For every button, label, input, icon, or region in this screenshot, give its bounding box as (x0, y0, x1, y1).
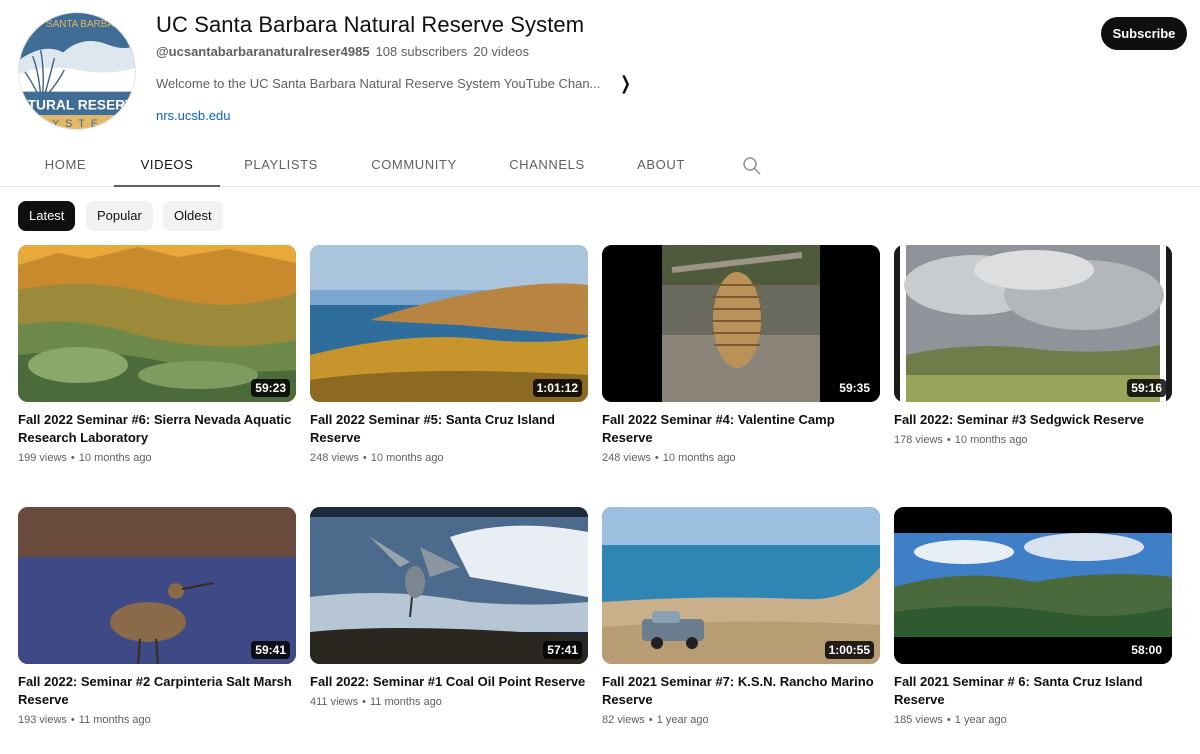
video-stats: 411 views • 11 months ago (310, 696, 588, 708)
video-stats: 185 views • 1 year ago (894, 714, 1172, 726)
video-duration: 59:23 (251, 379, 290, 397)
channel-meta: @ucsantabarbaranaturalreser4985 108 subs… (156, 44, 529, 59)
video-card[interactable]: 59:23 Fall 2022 Seminar #6: Sierra Nevad… (18, 245, 296, 464)
channel-description[interactable]: Welcome to the UC Santa Barbara Natural … (156, 73, 634, 94)
video-duration: 58:00 (1127, 641, 1166, 659)
video-count: 20 videos (473, 44, 530, 59)
logo-text-bottom: YSTE (52, 118, 104, 129)
tab-community[interactable]: COMMUNITY (360, 144, 468, 187)
view-count: 248 views (310, 452, 359, 464)
separator: • (362, 452, 367, 464)
video-duration: 1:01:12 (532, 379, 582, 397)
tab-channels[interactable]: CHANNELS (498, 144, 596, 187)
video-thumbnail[interactable]: 1:00:55 (602, 507, 880, 664)
video-stats: 199 views • 10 months ago (18, 452, 296, 464)
video-duration: 59:35 (835, 379, 874, 397)
channel-tabs: HOME VIDEOS PLAYLISTS COMMUNITY CHANNELS… (0, 144, 1200, 187)
chip-oldest[interactable]: Oldest (163, 201, 223, 231)
view-count: 82 views (602, 714, 645, 726)
video-duration: 59:41 (251, 641, 290, 659)
upload-age: 1 year ago (656, 714, 709, 726)
separator: • (70, 714, 75, 726)
tab-about[interactable]: ABOUT (628, 144, 694, 187)
view-count: 411 views (310, 696, 359, 708)
upload-age: 10 months ago (954, 434, 1028, 446)
reserve-logo-icon: NATURAL RESERVE SANTA BARBA YSTE (19, 13, 135, 129)
video-title[interactable]: Fall 2022 Seminar #6: Sierra Nevada Aqua… (18, 411, 296, 447)
video-card[interactable]: 59:35 Fall 2022 Seminar #4: Valentine Ca… (602, 245, 880, 464)
video-stats: 248 views • 10 months ago (602, 452, 880, 464)
upload-age: 10 months ago (370, 452, 444, 464)
view-count: 199 views (18, 452, 67, 464)
channel-handle: @ucsantabarbaranaturalreser4985 (156, 44, 370, 59)
upload-age: 11 months ago (369, 696, 442, 708)
separator: • (648, 714, 653, 726)
video-thumbnail[interactable]: 59:41 (18, 507, 296, 664)
video-thumbnail[interactable]: 58:00 (894, 507, 1172, 664)
separator: • (946, 714, 951, 726)
video-stats: 248 views • 10 months ago (310, 452, 588, 464)
video-title[interactable]: Fall 2022: Seminar #3 Sedgwick Reserve (894, 411, 1172, 429)
separator: • (362, 696, 366, 708)
video-thumbnail[interactable]: 59:16 (894, 245, 1172, 402)
video-card[interactable]: 59:16 Fall 2022: Seminar #3 Sedgwick Res… (894, 245, 1172, 446)
tab-playlists[interactable]: PLAYLISTS (232, 144, 330, 187)
video-duration: 57:41 (543, 641, 582, 659)
video-title[interactable]: Fall 2022: Seminar #1 Coal Oil Point Res… (310, 673, 588, 691)
description-text: Welcome to the UC Santa Barbara Natural … (156, 76, 601, 91)
video-title[interactable]: Fall 2022 Seminar #4: Valentine Camp Res… (602, 411, 880, 447)
tab-home[interactable]: HOME (18, 144, 113, 187)
channel-link[interactable]: nrs.ucsb.edu (156, 108, 230, 123)
view-count: 193 views (18, 714, 67, 726)
separator: • (946, 434, 951, 446)
separator: • (654, 452, 659, 464)
video-card[interactable]: 58:00 Fall 2021 Seminar # 6: Santa Cruz … (894, 507, 1172, 726)
view-count: 178 views (894, 434, 943, 446)
video-thumbnail[interactable]: 59:23 (18, 245, 296, 402)
video-thumbnail[interactable]: 1:01:12 (310, 245, 588, 402)
upload-age: 11 months ago (78, 714, 151, 726)
channel-avatar[interactable]: NATURAL RESERVE SANTA BARBA YSTE (18, 12, 136, 130)
video-duration: 59:16 (1127, 379, 1166, 397)
subscribe-button[interactable]: Subscribe (1101, 17, 1187, 50)
video-title[interactable]: Fall 2021 Seminar #7: K.S.N. Rancho Mari… (602, 673, 880, 709)
video-card[interactable]: 1:01:12 Fall 2022 Seminar #5: Santa Cruz… (310, 245, 588, 464)
video-title[interactable]: Fall 2022 Seminar #5: Santa Cruz Island … (310, 411, 588, 447)
separator: • (70, 452, 75, 464)
upload-age: 10 months ago (662, 452, 736, 464)
video-card[interactable]: 1:00:55 Fall 2021 Seminar #7: K.S.N. Ran… (602, 507, 880, 726)
channel-videos-page: NATURAL RESERVE SANTA BARBA YSTE UC Sant… (0, 0, 1200, 754)
video-stats: 178 views • 10 months ago (894, 434, 1172, 446)
view-count: 248 views (602, 452, 651, 464)
upload-age: 10 months ago (78, 452, 152, 464)
video-duration: 1:00:55 (824, 641, 874, 659)
tab-videos[interactable]: VIDEOS (114, 144, 220, 187)
video-stats: 193 views • 11 months ago (18, 714, 296, 726)
video-title[interactable]: Fall 2021 Seminar # 6: Santa Cruz Island… (894, 673, 1172, 709)
video-thumbnail[interactable]: 59:35 (602, 245, 880, 402)
video-thumbnail[interactable]: 57:41 (310, 507, 588, 664)
upload-age: 1 year ago (954, 714, 1007, 726)
logo-text-top: SANTA BARBA (46, 19, 114, 30)
logo-text-main: NATURAL RESERVE (19, 97, 135, 112)
chip-latest[interactable]: Latest (18, 201, 76, 231)
video-card[interactable]: 57:41 Fall 2022: Seminar #1 Coal Oil Poi… (310, 507, 588, 708)
video-stats: 82 views • 1 year ago (602, 714, 880, 726)
view-count: 185 views (894, 714, 943, 726)
chevron-right-icon: ❯ (620, 73, 632, 93)
channel-name: UC Santa Barbara Natural Reserve System (156, 12, 585, 37)
chip-popular[interactable]: Popular (86, 201, 153, 231)
search-icon[interactable] (742, 156, 762, 176)
video-title[interactable]: Fall 2022: Seminar #2 Carpinteria Salt M… (18, 673, 296, 709)
subscriber-count: 108 subscribers (375, 44, 468, 59)
video-card[interactable]: 59:41 Fall 2022: Seminar #2 Carpinteria … (18, 507, 296, 726)
